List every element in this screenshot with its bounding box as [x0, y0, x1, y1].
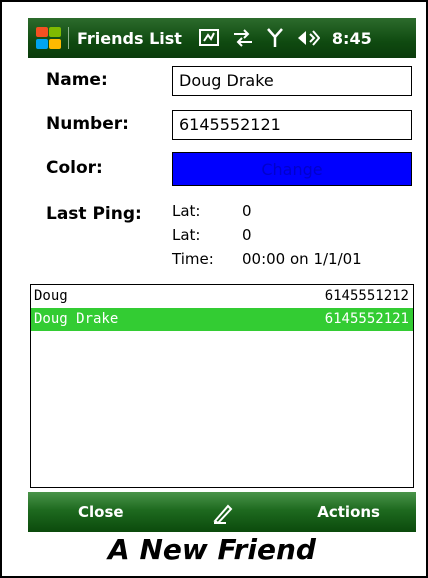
ping-key: Lat: — [172, 226, 201, 244]
actions-softkey[interactable]: Actions — [317, 492, 380, 532]
input-pen-icon[interactable] — [212, 502, 234, 528]
last-ping-label: Last Ping: — [46, 204, 142, 224]
name-field[interactable]: Doug Drake — [172, 66, 412, 96]
friend-number: 6145552121 — [324, 311, 409, 327]
list-item[interactable]: Doug 6145551212 — [31, 285, 413, 308]
list-item-selected[interactable]: Doug Drake 6145552121 — [31, 308, 413, 331]
title-bar: Friends List 8:45 — [28, 18, 416, 58]
title-separator — [68, 27, 69, 49]
caption: A New Friend — [108, 533, 316, 566]
color-label: Color: — [46, 158, 103, 178]
signal-icon[interactable] — [266, 27, 284, 49]
name-label: Name: — [46, 70, 108, 90]
number-field[interactable]: 6145552121 — [172, 110, 412, 140]
ping-key: Lat: — [172, 202, 201, 220]
number-label: Number: — [46, 114, 129, 134]
color-change-label: Change — [261, 159, 323, 179]
ping-value: 0 — [242, 226, 252, 244]
clock[interactable]: 8:45 — [332, 29, 372, 48]
window-title: Friends List — [77, 28, 182, 48]
friend-number: 6145551212 — [324, 288, 409, 304]
friends-list[interactable]: Doug 6145551212 Doug Drake 6145552121 — [30, 284, 414, 488]
ping-value: 00:00 on 1/1/01 — [242, 250, 362, 268]
ping-value: 0 — [242, 202, 252, 220]
volume-icon[interactable] — [296, 28, 320, 48]
ping-lat-row: Lat: 0 — [172, 226, 252, 244]
ping-key: Time: — [172, 250, 214, 268]
ping-time-row: Time: 00:00 on 1/1/01 — [172, 250, 362, 268]
softkey-bar: Close Actions — [28, 492, 416, 532]
friend-name: Doug Drake — [34, 311, 119, 327]
windows-start-icon[interactable] — [34, 25, 64, 51]
friend-name: Doug — [34, 288, 68, 304]
data-arrows-icon[interactable] — [232, 28, 254, 48]
ping-lat-row: Lat: 0 — [172, 202, 252, 220]
close-softkey[interactable]: Close — [78, 492, 124, 532]
sync-icon[interactable] — [198, 27, 220, 49]
color-change-button[interactable]: Change — [172, 152, 412, 186]
